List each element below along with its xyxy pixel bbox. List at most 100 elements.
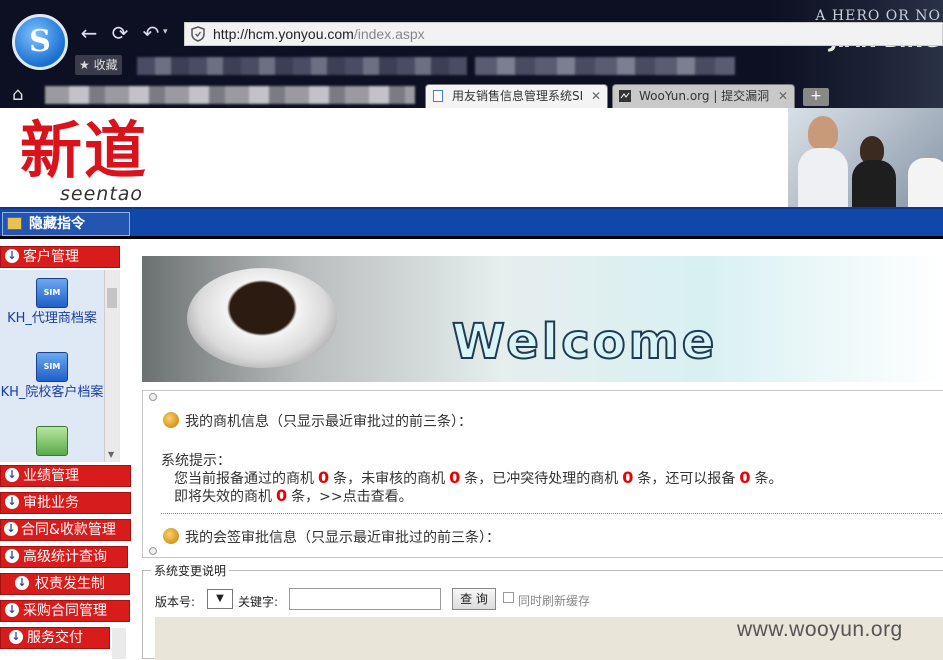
brand-logo-en: seentao <box>60 183 144 205</box>
close-icon[interactable]: ✕ <box>778 85 788 107</box>
menu-service-delivery[interactable]: ↓ 服务交付 <box>0 627 110 649</box>
favorites-button[interactable]: ★ 收藏 <box>75 55 122 75</box>
welcome-banner: Welcome <box>142 256 943 382</box>
chevron-down-icon[interactable]: ▾ <box>163 27 168 37</box>
menu-label: 权责发生制 <box>35 576 105 592</box>
menu-contract-collection[interactable]: ↓ 合同&收款管理 <box>0 519 131 541</box>
download-arrow-icon: ↓ <box>5 495 19 509</box>
download-arrow-icon: ↓ <box>15 576 29 590</box>
divider <box>161 513 943 514</box>
page-header: 新道 seentao <box>0 108 943 208</box>
app-icon <box>36 426 68 456</box>
sidebar-item-label: KH_院校客户档案 <box>0 385 104 400</box>
user-icon <box>163 412 179 428</box>
download-arrow-icon: ↓ <box>5 549 19 563</box>
change-log-fieldset: 系统变更说明 版本号: ▼ 关键字: 查 询 同时刷新缓存 <box>142 562 943 660</box>
close-icon[interactable]: ✕ <box>591 85 601 107</box>
url-text: http://hcm.yonyou.com/index.aspx <box>213 26 425 42</box>
download-arrow-icon: ↓ <box>5 249 19 263</box>
tab-label: WooYun.org | 提交漏洞 <box>639 89 770 103</box>
menu-label: 业绩管理 <box>23 468 79 484</box>
header-photo <box>788 108 943 208</box>
count-expiring: 0 <box>276 486 288 505</box>
customer-mgmt-panel: SIM KH_代理商档案 SIM KH_院校客户档案 <box>0 270 120 462</box>
info-panel: 我的商机信息（只显示最近审批过的前三条）： 系统提示： 您当前报备通过的商机 0 条… <box>142 390 943 558</box>
refresh-icon[interactable]: ⟳ <box>109 22 131 44</box>
menu-approval[interactable]: ↓ 审批业务 <box>0 492 131 514</box>
count-remaining: 0 <box>739 468 751 487</box>
download-arrow-icon: ↓ <box>4 522 18 536</box>
sidebar-scrollbar[interactable] <box>112 628 126 659</box>
refresh-cache-checkbox[interactable] <box>503 592 514 603</box>
menu-label: 客户管理 <box>23 249 79 265</box>
view-link[interactable]: 条，>>点击查看。 <box>291 489 412 505</box>
system-tip-counts: 您当前报备通过的商机 0 条，未审核的商机 0 条，已冲突待处理的商机 0 条，还可以报备 0… <box>174 468 783 487</box>
hide-commands-button[interactable]: 隐藏指令 <box>2 212 130 236</box>
opportunity-section-title: 我的商机信息（只显示最近审批过的前三条）： <box>163 411 472 431</box>
url-host: http://hcm.yonyou.com <box>213 26 354 42</box>
shield-icon <box>191 26 205 42</box>
browser-logo-icon[interactable]: S <box>12 14 68 70</box>
menu-label: 采购合同管理 <box>23 603 107 619</box>
panel-scrollbar[interactable]: ▼ <box>104 270 119 462</box>
count-conflict: 0 <box>622 468 634 487</box>
command-bar: 隐藏指令 <box>0 207 943 239</box>
countersign-section-title: 我的会签审批信息（只显示最近审批过的前三条）： <box>163 527 500 547</box>
menu-advanced-stats[interactable]: ↓ 高级统计查询 <box>0 546 128 568</box>
menu-accrual[interactable]: ↓ 权责发生制 <box>0 573 130 595</box>
system-tip-label: 系统提示： <box>161 453 231 469</box>
tab-active[interactable]: 用友销售信息管理系统SI ✕ <box>425 84 608 108</box>
sidebar-item-school-customer[interactable]: SIM KH_院校客户档案 <box>0 352 104 401</box>
download-arrow-icon: ↓ <box>5 603 19 617</box>
download-arrow-icon: ↓ <box>5 468 19 482</box>
sidebar-item-partial[interactable] <box>0 426 104 459</box>
coffee-cup-image <box>187 268 337 368</box>
brand-logo-cn: 新道 <box>20 114 149 187</box>
url-path: /index.aspx <box>353 26 425 42</box>
watermark-text: www.wooyun.org <box>737 618 903 641</box>
wooyun-favicon-icon <box>619 90 631 102</box>
count-passed: 0 <box>318 468 330 487</box>
sim-app-icon: SIM <box>36 352 68 382</box>
menu-label: 服务交付 <box>27 630 83 646</box>
home-icon[interactable]: ⌂ <box>12 84 23 105</box>
query-button[interactable]: 查 询 <box>452 588 496 610</box>
menu-customer-mgmt[interactable]: ↓ 客户管理 <box>0 246 120 268</box>
sidebar-item-agent-profile[interactable]: SIM KH_代理商档案 <box>0 278 104 327</box>
tab-label: 用友销售信息管理系统SI <box>452 89 584 103</box>
corner-handle-icon <box>149 393 157 401</box>
menu-label: 高级统计查询 <box>23 549 107 565</box>
version-select[interactable]: ▼ <box>207 589 233 609</box>
change-log-legend: 系统变更说明 <box>151 562 230 579</box>
new-tab-button[interactable]: + <box>803 88 829 106</box>
sim-app-icon: SIM <box>36 278 68 308</box>
menu-performance[interactable]: ↓ 业绩管理 <box>0 465 131 487</box>
count-unreviewed: 0 <box>449 468 461 487</box>
undo-icon[interactable]: ↶ <box>140 22 162 44</box>
back-icon[interactable]: ← <box>78 22 100 44</box>
welcome-text: Welcome <box>451 313 718 371</box>
folder-icon <box>7 217 22 230</box>
hide-commands-label: 隐藏指令 <box>29 216 85 232</box>
version-label: 版本号: <box>155 595 196 609</box>
page-icon <box>433 90 443 102</box>
keyword-input[interactable] <box>289 588 441 610</box>
blurred-bookmarks <box>475 57 735 75</box>
blurred-bookmarks <box>45 86 415 104</box>
keyword-label: 关键字: <box>238 595 279 609</box>
corner-handle-icon <box>149 547 157 555</box>
tab-strip: ⌂ 用友销售信息管理系统SI ✕ WooYun.org | 提交漏洞 ✕ + <box>0 82 943 108</box>
menu-purchase-contract[interactable]: ↓ 采购合同管理 <box>0 600 130 622</box>
address-bar[interactable]: http://hcm.yonyou.com/index.aspx <box>184 22 943 46</box>
favorites-bar: ★ 收藏 <box>75 55 815 79</box>
blurred-bookmarks <box>137 57 467 75</box>
sidebar-item-label: KH_代理商档案 <box>7 311 97 326</box>
download-arrow-icon: ↓ <box>9 630 23 644</box>
user-icon <box>163 528 179 544</box>
refresh-cache-label: 同时刷新缓存 <box>518 594 591 608</box>
browser-chrome: A HERO OR NO JIAN BING S ← ⟳ ↶ ▾ http://… <box>0 0 943 108</box>
tab-wooyun[interactable]: WooYun.org | 提交漏洞 ✕ <box>612 84 795 108</box>
expiring-notice[interactable]: 即将失效的商机 0 条，>>点击查看。 <box>174 486 413 506</box>
menu-label: 审批业务 <box>23 495 79 511</box>
menu-label: 合同&收款管理 <box>21 522 116 538</box>
